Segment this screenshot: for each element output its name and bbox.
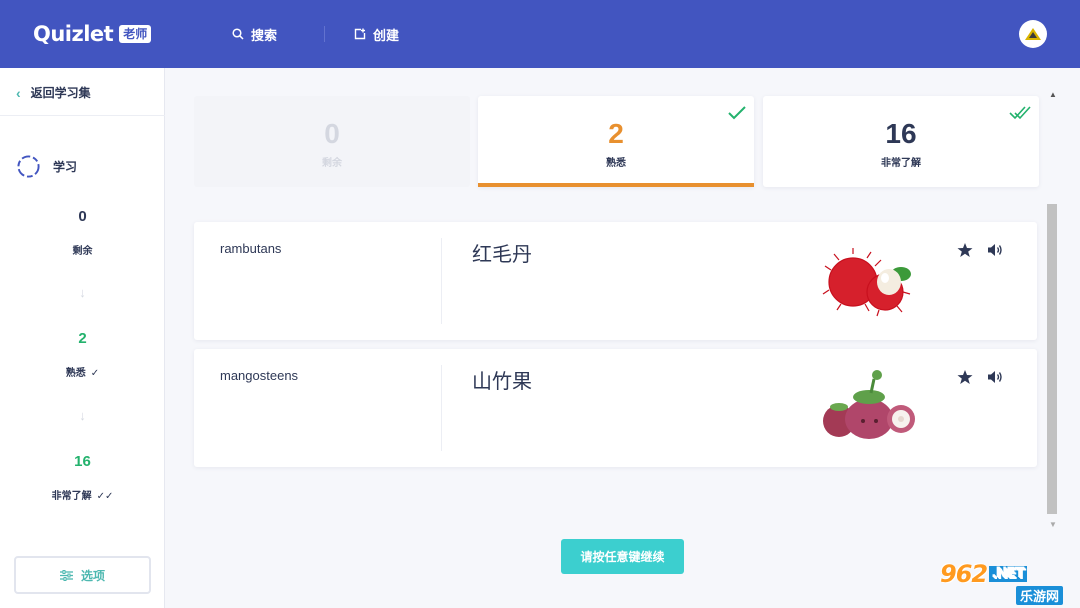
teacher-badge: 老师 (119, 25, 152, 43)
logo-text: Quizlet (33, 22, 114, 46)
score-mastered-label: 非常了解 (881, 158, 921, 169)
term-separator (441, 365, 442, 451)
mangosteen-image (823, 370, 915, 439)
star-icon[interactable] (957, 369, 973, 385)
nav-divider (324, 26, 325, 42)
watermark: 962 .NET 乐游网 (940, 560, 1076, 606)
back-label: 返回学习集 (30, 86, 91, 100)
term-definition: 山竹果 (472, 369, 532, 393)
top-nav-bar: Quizlet 老师 搜索 创建 (0, 0, 1080, 68)
score-card-remaining: 0 剩余 (194, 96, 470, 187)
score-familiar-count: 2 (608, 118, 624, 149)
watermark-logo: 962 .NET (940, 560, 1028, 588)
avatar[interactable] (1019, 20, 1047, 48)
term-separator (441, 238, 442, 324)
avatar-logo-icon (1025, 28, 1041, 40)
stat-mastered: 16 非常了解 ✓✓ (0, 453, 165, 502)
double-check-icon (1009, 106, 1031, 120)
quizlet-logo[interactable]: Quizlet 老师 (33, 20, 152, 48)
double-check-icon: ✓✓ (96, 491, 114, 502)
stat-familiar-label: 熟悉 ✓ (0, 364, 165, 379)
stat-remaining: 0 剩余 (0, 208, 165, 257)
check-icon (728, 106, 746, 120)
term-word: rambutans (220, 241, 282, 256)
scroll-up-icon[interactable]: ▲ (1049, 90, 1057, 99)
continue-button[interactable]: 请按任意键继续 (561, 539, 684, 574)
options-label: 选项 (80, 568, 105, 583)
stat-familiar-count: 2 (78, 330, 87, 347)
active-underline (478, 183, 754, 187)
arrow-down-icon: ↓ (79, 408, 86, 423)
chevron-left-icon: ‹ (16, 84, 21, 101)
stat-remaining-count: 0 (78, 208, 87, 225)
stat-remaining-label: 剩余 (0, 242, 165, 257)
learn-mode-title: 学习 (16, 154, 77, 179)
back-to-set-link[interactable]: ‹ 返回学习集 (16, 84, 91, 101)
term-card: rambutans 红毛丹 (194, 222, 1037, 340)
stat-familiar-text: 熟悉 (65, 368, 86, 379)
mode-label: 学习 (53, 160, 78, 174)
score-card-familiar: 2 熟悉 (478, 96, 754, 187)
scrollbar-thumb[interactable] (1047, 204, 1057, 514)
search-button[interactable]: 搜索 (232, 24, 277, 44)
term-card: mangosteens 山竹果 (194, 349, 1037, 467)
star-icon[interactable] (957, 242, 973, 258)
term-word: mangosteens (220, 368, 299, 383)
speaker-icon[interactable] (987, 242, 1003, 258)
stat-mastered-count: 16 (74, 453, 91, 470)
score-familiar-label: 熟悉 (606, 158, 626, 169)
learn-mode-icon (17, 155, 40, 178)
sliders-icon (59, 569, 73, 581)
score-remaining-count: 0 (324, 118, 340, 149)
options-button[interactable]: 选项 (14, 556, 151, 594)
arrow-down-icon: ↓ (79, 285, 86, 300)
search-label: 搜索 (251, 27, 278, 43)
stat-remaining-text: 剩余 (72, 246, 93, 257)
watermark-net: .NET (989, 566, 1028, 582)
stat-mastered-label: 非常了解 ✓✓ (0, 487, 165, 502)
sidebar-divider (0, 115, 165, 116)
create-label: 创建 (373, 27, 400, 43)
scroll-down-icon[interactable]: ▼ (1049, 520, 1057, 529)
check-icon: ✓ (90, 368, 100, 379)
stat-mastered-text: 非常了解 (51, 491, 92, 502)
sidebar: ‹ 返回学习集 学习 0 剩余 ↓ 2 熟悉 ✓ ↓ 16 非常了解 ✓✓ 选项 (0, 68, 165, 608)
stat-familiar: 2 熟悉 ✓ (0, 330, 165, 379)
create-icon (354, 28, 366, 40)
watermark-text: 乐游网 (1016, 586, 1064, 605)
watermark-number: 962 (940, 560, 988, 588)
search-icon (232, 28, 244, 40)
speaker-icon[interactable] (987, 369, 1003, 385)
rambutan-image (822, 248, 911, 317)
score-mastered-count: 16 (885, 118, 917, 149)
score-card-mastered: 16 非常了解 (763, 96, 1039, 187)
create-button[interactable]: 创建 (354, 24, 399, 44)
term-definition: 红毛丹 (472, 242, 532, 266)
score-remaining-label: 剩余 (322, 158, 342, 169)
